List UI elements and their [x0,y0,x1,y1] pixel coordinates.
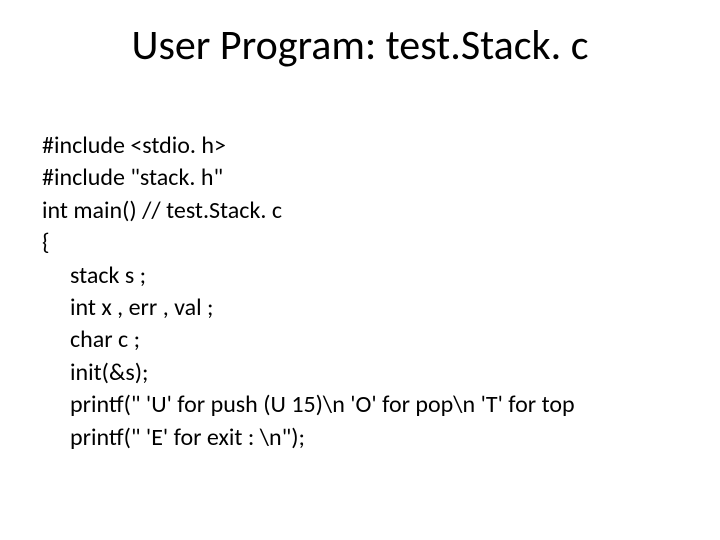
code-line: #include <stdio. h> [42,130,682,162]
code-line: stack s ; [42,260,682,292]
code-line: printf(" 'E' for exit : \n"); [42,422,682,454]
code-line: char c ; [42,324,682,356]
code-line: { [42,227,682,259]
code-line: printf(" 'U' for push (U 15)\n 'O' for p… [42,389,682,421]
code-line: int x , err , val ; [42,292,682,324]
code-line: #include "stack. h" [42,162,682,194]
slide: User Program: test.Stack. c #include <st… [0,0,720,540]
code-block: #include <stdio. h> #include "stack. h" … [42,130,682,454]
slide-title: User Program: test.Stack. c [0,20,720,71]
code-line: int main() // test.Stack. c [42,195,682,227]
code-line: init(&s); [42,357,682,389]
